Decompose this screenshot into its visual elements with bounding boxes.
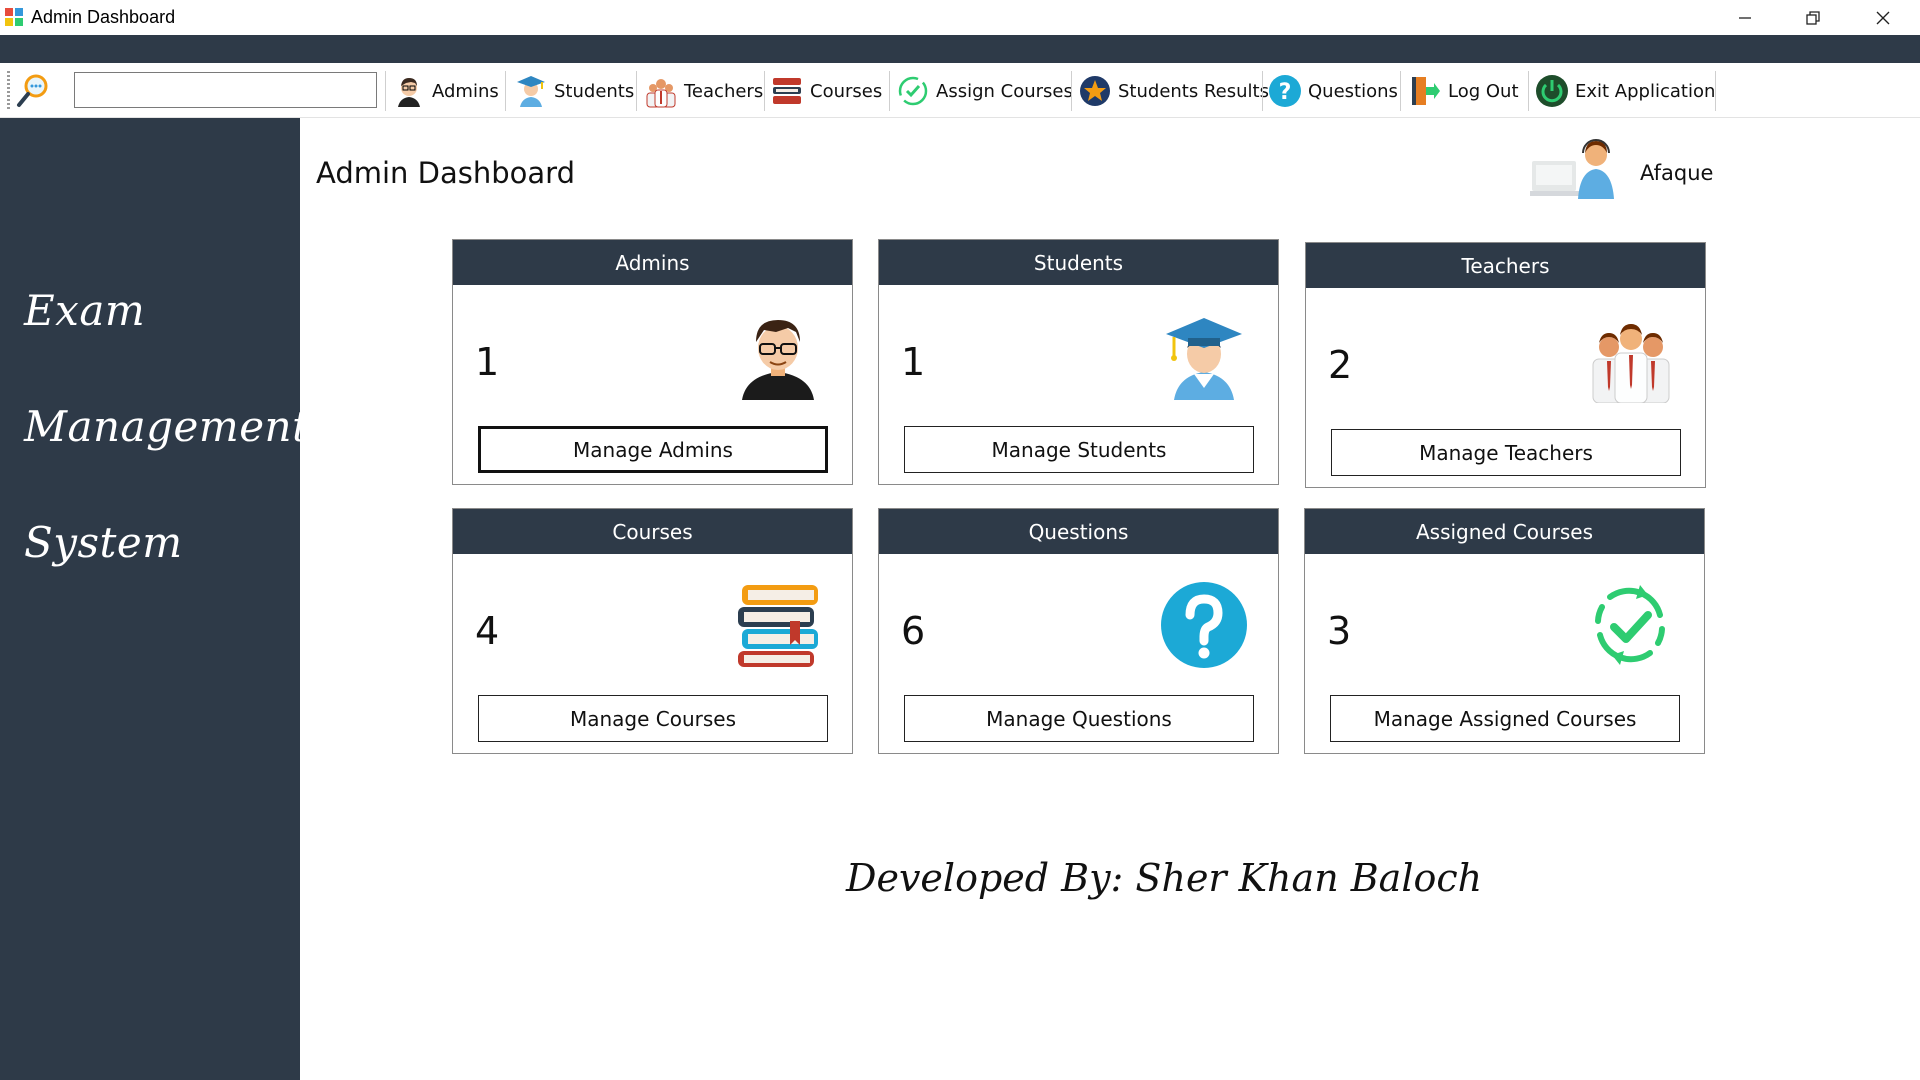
logout-icon — [1412, 77, 1440, 105]
toolbar-admins-label: Admins — [432, 80, 499, 102]
title-bar: Admin Dashboard — [0, 0, 1920, 35]
restore-icon — [1806, 10, 1820, 25]
toolbar-questions-label: Questions — [1308, 80, 1398, 102]
manage-questions-button[interactable]: Manage Questions — [904, 695, 1254, 742]
toolbar: Admins Students Teachers Courses Assign … — [0, 63, 1920, 118]
manage-assigned-courses-button[interactable]: Manage Assigned Courses — [1330, 695, 1680, 742]
toolbar-assign-courses[interactable]: Assign Courses — [896, 69, 1073, 113]
admin-icon — [398, 78, 420, 107]
manage-courses-button[interactable]: Manage Courses — [478, 695, 828, 742]
search-icon[interactable] — [14, 72, 52, 110]
toolbar-separator — [1262, 71, 1263, 111]
toolbar-log-out[interactable]: Log Out — [1408, 69, 1519, 113]
question-icon: ? — [1269, 75, 1301, 107]
book-stack-icon — [738, 585, 818, 667]
toolbar-log-out-label: Log Out — [1448, 80, 1519, 102]
toolbar-separator — [505, 71, 506, 111]
user-avatar-icon — [1530, 139, 1614, 199]
close-icon — [1876, 11, 1890, 24]
toolbar-separator — [764, 71, 765, 111]
toolbar-students-results[interactable]: Students Results — [1078, 69, 1269, 113]
card-admins-count: 1 — [475, 340, 500, 384]
admin-avatar-icon — [742, 320, 814, 400]
card-courses-title: Courses — [453, 509, 852, 554]
toolbar-separator — [1528, 71, 1529, 111]
card-courses-count: 4 — [475, 609, 500, 653]
toolbar-teachers[interactable]: Teachers — [644, 69, 763, 113]
card-assigned-courses-count: 3 — [1327, 609, 1352, 653]
card-questions-count: 6 — [901, 609, 926, 653]
card-questions-title: Questions — [879, 509, 1278, 554]
toolbar-separator — [889, 71, 890, 111]
card-admins-title: Admins — [453, 240, 852, 285]
window-title: Admin Dashboard — [31, 7, 176, 27]
graduate-icon — [1166, 318, 1242, 400]
medal-icon — [1080, 76, 1110, 106]
teachers-group-icon — [1592, 324, 1670, 403]
header-strip — [0, 35, 1920, 63]
toolbar-courses-label: Courses — [810, 80, 883, 102]
sidebar: Exam Management System — [0, 118, 309, 1080]
teachers-icon — [646, 79, 676, 108]
toolbar-courses[interactable]: Courses — [770, 69, 882, 113]
student-icon — [517, 76, 545, 107]
toolbar-separator — [636, 71, 637, 111]
check-cycle-icon — [1595, 585, 1665, 665]
toolbar-admins[interactable]: Admins — [392, 69, 499, 113]
toolbar-separator — [1715, 71, 1716, 111]
user-name: Afaque — [1640, 161, 1714, 185]
sidebar-title-line-2: Management — [24, 402, 310, 451]
svg-text:?: ? — [1279, 80, 1292, 105]
manage-teachers-button[interactable]: Manage Teachers — [1331, 429, 1681, 476]
sidebar-title-line-1: Exam — [24, 286, 146, 335]
toolbar-questions[interactable]: ? Questions — [1268, 69, 1398, 113]
toolbar-exit-application[interactable]: Exit Application — [1535, 69, 1715, 113]
toolbar-separator — [1071, 71, 1072, 111]
card-admins: Admins 1 Manage Admins — [452, 239, 853, 485]
toolbar-separator — [1400, 71, 1401, 111]
card-questions: Questions 6 Manage Questions — [878, 508, 1279, 754]
toolbar-assign-courses-label: Assign Courses — [936, 80, 1073, 102]
card-students-title: Students — [879, 240, 1278, 285]
manage-students-button[interactable]: Manage Students — [904, 426, 1254, 473]
toolbar-grip[interactable] — [7, 71, 10, 111]
card-assigned-courses: Assigned Courses 3 Manage Assigned Cours… — [1304, 508, 1705, 754]
card-courses: Courses 4 Manage Courses — [452, 508, 853, 754]
toolbar-students-results-label: Students Results — [1118, 80, 1269, 102]
toolbar-students[interactable]: Students — [514, 69, 634, 113]
toolbar-teachers-label: Teachers — [684, 80, 764, 102]
developer-credit: Developed By: Sher Khan Baloch — [846, 856, 1483, 900]
check-cycle-icon — [898, 76, 928, 106]
page-title: Admin Dashboard — [316, 156, 575, 190]
card-teachers-count: 2 — [1328, 343, 1353, 387]
toolbar-students-label: Students — [554, 80, 635, 102]
restore-button[interactable] — [1778, 0, 1848, 35]
card-assigned-courses-title: Assigned Courses — [1305, 509, 1704, 554]
card-teachers: Teachers 2 Manage Teachers — [1305, 242, 1706, 488]
card-students: Students 1 Manage Students — [878, 239, 1279, 485]
card-teachers-title: Teachers — [1306, 243, 1705, 288]
card-students-count: 1 — [901, 340, 926, 384]
minimize-button[interactable] — [1710, 0, 1780, 35]
toolbar-separator — [385, 71, 386, 111]
search-input[interactable] — [74, 72, 377, 108]
manage-admins-button[interactable]: Manage Admins — [478, 426, 828, 473]
power-icon — [1536, 75, 1568, 107]
toolbar-exit-application-label: Exit Application — [1575, 80, 1716, 102]
question-circle-icon — [1161, 582, 1247, 668]
minimize-icon — [1739, 16, 1751, 19]
books-icon — [773, 78, 801, 104]
close-button[interactable] — [1848, 0, 1918, 35]
sidebar-title-line-3: System — [24, 518, 183, 567]
app-icon — [5, 8, 23, 26]
